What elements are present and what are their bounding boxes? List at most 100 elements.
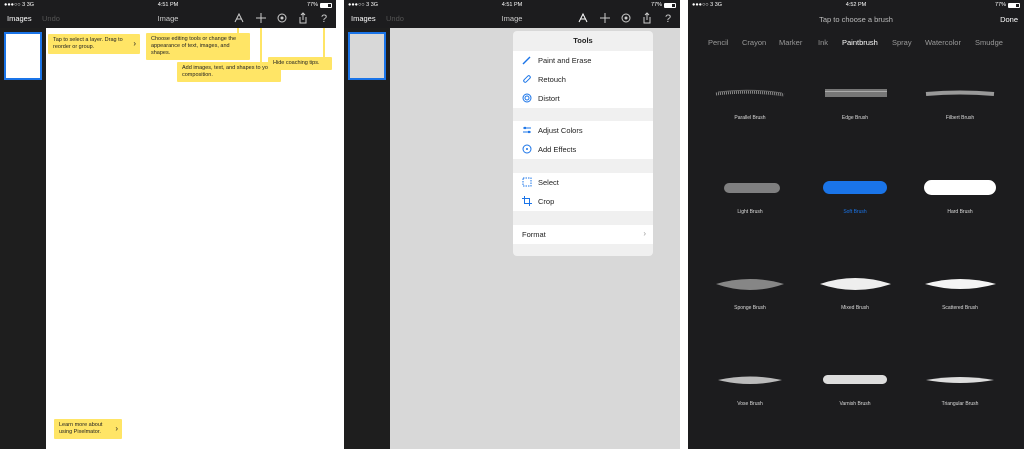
battery-percent: 77% <box>994 2 1006 8</box>
brush-name: Varnish Brush <box>839 401 871 407</box>
brush-stroke-preview <box>724 183 780 193</box>
tool-label: Crop <box>538 197 555 206</box>
brush-hard[interactable]: Hard Brush <box>910 178 1010 268</box>
done-button[interactable]: Done <box>1000 15 1018 24</box>
clock: 4:51 PM <box>157 2 179 8</box>
add-icon[interactable] <box>254 12 268 26</box>
brush-parallel[interactable]: Parallel Brush <box>700 84 800 174</box>
brush-name: Parallel Brush <box>734 115 766 121</box>
tool-select[interactable]: Select <box>513 173 653 192</box>
help-icon[interactable]: ? <box>317 12 331 26</box>
coaching-tip-text: Hide coaching tips. <box>273 60 320 66</box>
coaching-tip-layers[interactable]: Tap to select a layer. Drag to reorder o… <box>48 34 140 54</box>
tab-paintbrush[interactable]: Paintbrush <box>842 38 878 47</box>
brush-name: Vose Brush <box>737 401 763 407</box>
brush-picker-header: Tap to choose a brush Done <box>688 10 1024 28</box>
status-bar: ●●●○○ 3 3G 4:51 PM 77% <box>344 0 680 10</box>
brush-sponge[interactable]: Sponge Brush <box>700 274 800 364</box>
coaching-tip-text: Tap to select a layer. Drag to reorder o… <box>53 37 123 50</box>
tool-label: Add Effects <box>538 145 577 154</box>
layers-sidebar <box>344 28 390 449</box>
brush-mixed[interactable]: Mixed Brush <box>805 274 905 364</box>
tab-ink[interactable]: Ink <box>818 38 828 47</box>
marquee-icon <box>521 177 532 188</box>
tool-label: Distort <box>538 94 560 103</box>
brush-name: Mixed Brush <box>841 305 869 311</box>
brush-picker-hint: Tap to choose a brush <box>819 15 893 24</box>
share-icon[interactable] <box>296 12 310 26</box>
brush-soft-selected[interactable]: Soft Brush <box>805 178 905 268</box>
tab-smudge[interactable]: Smudge <box>975 38 1003 47</box>
brush-name: Soft Brush <box>843 209 867 215</box>
brush-light[interactable]: Light Brush <box>700 178 800 268</box>
tool-label: Paint and Erase <box>538 56 592 65</box>
chevron-right-icon: › <box>115 424 118 433</box>
brush-category-tabs: Pencil Crayon Marker Ink Paintbrush Spra… <box>688 38 1024 50</box>
tool-crop[interactable]: Crop <box>513 192 653 211</box>
tools-icon[interactable] <box>232 12 246 26</box>
brush-name: Sponge Brush <box>734 305 766 311</box>
brush-vose[interactable]: Vose Brush <box>700 370 800 449</box>
brush-stroke-preview <box>823 181 887 194</box>
brush-scattered[interactable]: Scattered Brush <box>910 274 1010 364</box>
brush-triangular[interactable]: Triangular Brush <box>910 370 1010 449</box>
battery-icon <box>1008 2 1020 8</box>
brush-stroke-preview <box>825 89 887 97</box>
brush-name: Light Brush <box>737 209 763 215</box>
bandage-icon <box>521 74 532 85</box>
tool-label: Format <box>522 230 546 239</box>
battery-percent: 77% <box>306 2 318 8</box>
tab-marker[interactable]: Marker <box>779 38 802 47</box>
tab-pencil[interactable]: Pencil <box>708 38 728 47</box>
brush-name: Edge Brush <box>841 115 869 121</box>
add-icon[interactable] <box>598 12 612 26</box>
coaching-tip-tools: Choose editing tools or change the appea… <box>146 33 250 60</box>
tool-retouch[interactable]: Retouch <box>513 70 653 89</box>
coaching-tip-hide: Hide coaching tips. <box>268 57 332 70</box>
tab-spray[interactable]: Spray <box>892 38 912 47</box>
brush-stroke-preview <box>718 376 782 384</box>
tool-label: Select <box>538 178 559 187</box>
tool-label: Retouch <box>538 75 566 84</box>
coaching-tips-screen: ●●●○○ 3 3G 4:51 PM 77% Images Undo Image… <box>0 0 336 449</box>
coaching-tip-text: Choose editing tools or change the appea… <box>151 36 237 56</box>
tip-connector <box>260 28 262 62</box>
tool-format[interactable]: Format › <box>513 225 653 244</box>
top-toolbar: Images Undo Image ? <box>0 10 336 28</box>
tool-add-effects[interactable]: Add Effects <box>513 140 653 159</box>
tab-crayon[interactable]: Crayon <box>742 38 766 47</box>
tool-distort[interactable]: Distort <box>513 89 653 108</box>
effects-icon <box>521 144 532 155</box>
tool-label: Adjust Colors <box>538 126 583 135</box>
image-canvas[interactable] <box>46 28 336 449</box>
brush-edge[interactable]: Edge Brush <box>805 84 905 174</box>
settings-icon[interactable] <box>275 12 289 26</box>
tool-paint-and-erase[interactable]: Paint and Erase <box>513 51 653 70</box>
layer-thumbnail[interactable] <box>4 32 42 80</box>
layer-thumbnail[interactable] <box>348 32 386 80</box>
share-icon[interactable] <box>640 12 654 26</box>
battery-icon <box>320 2 332 8</box>
brush-picker-screen: ●●●○○ 3 3G 4:52 PM 77% Tap to choose a b… <box>688 0 1024 449</box>
status-bar: ●●●○○ 3 3G 4:52 PM 77% <box>688 0 1024 10</box>
coaching-tip-learn-more[interactable]: Learn more about using Pixelmator. › <box>54 419 122 439</box>
battery-icon <box>664 2 676 8</box>
brush-filbert[interactable]: Filbert Brush <box>910 84 1010 174</box>
tools-icon[interactable] <box>576 12 590 26</box>
brush-name: Scattered Brush <box>942 305 978 311</box>
settings-icon[interactable] <box>619 12 633 26</box>
tab-watercolor[interactable]: Watercolor <box>925 38 961 47</box>
tool-adjust-colors[interactable]: Adjust Colors <box>513 121 653 140</box>
sliders-icon <box>521 125 532 136</box>
brush-icon <box>521 55 532 66</box>
tip-connector <box>323 28 325 57</box>
brush-stroke-preview <box>925 279 996 289</box>
coaching-tip-text: Add images, text, and shapes to your com… <box>182 65 273 78</box>
chevron-right-icon: › <box>643 229 646 238</box>
popover-title: Tools <box>573 36 593 45</box>
brush-stroke-preview <box>716 279 784 290</box>
brush-name: Filbert Brush <box>945 115 975 121</box>
brush-stroke-preview <box>820 278 891 290</box>
brush-varnish[interactable]: Varnish Brush <box>805 370 905 449</box>
help-icon[interactable]: ? <box>661 12 675 26</box>
